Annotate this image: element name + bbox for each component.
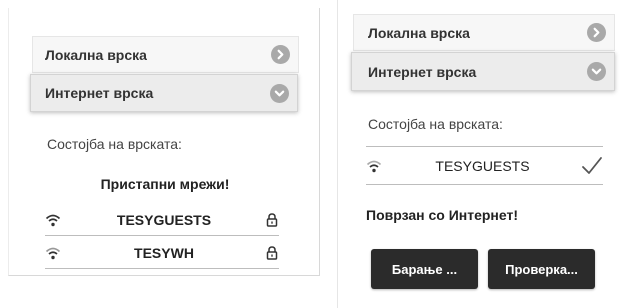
lock-icon [265, 245, 279, 261]
local-connection-label: Локална врска [45, 46, 147, 63]
checkmark-icon [581, 156, 603, 176]
lock-icon [265, 212, 279, 228]
network-row[interactable]: TESYWH [45, 237, 279, 269]
search-button[interactable]: Барање ... [371, 249, 478, 289]
connection-status-label: Состојба на врската: [368, 116, 503, 132]
wifi-icon [366, 159, 384, 173]
network-name: TESYWH [134, 244, 194, 261]
check-button[interactable]: Проверка... [488, 249, 595, 289]
internet-connection-header[interactable]: Интернет врска [351, 52, 615, 91]
available-networks-title: Пристапни мрежи! [100, 176, 230, 192]
chevron-down-icon [587, 62, 606, 81]
network-name: TESYGUESTS [435, 157, 530, 174]
connected-network-row[interactable]: TESYGUESTS [366, 146, 603, 185]
chevron-right-icon [271, 45, 290, 64]
local-connection-header[interactable]: Локална врска [353, 14, 615, 51]
chevron-down-icon [270, 83, 289, 103]
internet-connection-label: Интернет врска [45, 85, 154, 101]
local-connection-label: Локална врска [368, 24, 470, 41]
internet-connection-header[interactable]: Интернет врска [30, 74, 298, 112]
left-settings-panel: Локална врска Интернет врска Состојба на… [8, 8, 320, 276]
wifi-icon [45, 246, 63, 260]
connection-status-label: Состојба на врската: [47, 136, 182, 152]
connected-message: Поврзан со Интернет! [366, 207, 519, 223]
local-connection-header[interactable]: Локална врска [32, 36, 299, 73]
wifi-icon [45, 213, 63, 227]
network-name: TESYGUESTS [116, 211, 212, 228]
network-row[interactable]: TESYGUESTS [45, 204, 279, 236]
right-settings-panel: Локална врска Интернет врска Состојба на… [337, 0, 622, 308]
chevron-right-icon [587, 23, 606, 42]
internet-connection-label: Интернет врска [368, 63, 477, 80]
